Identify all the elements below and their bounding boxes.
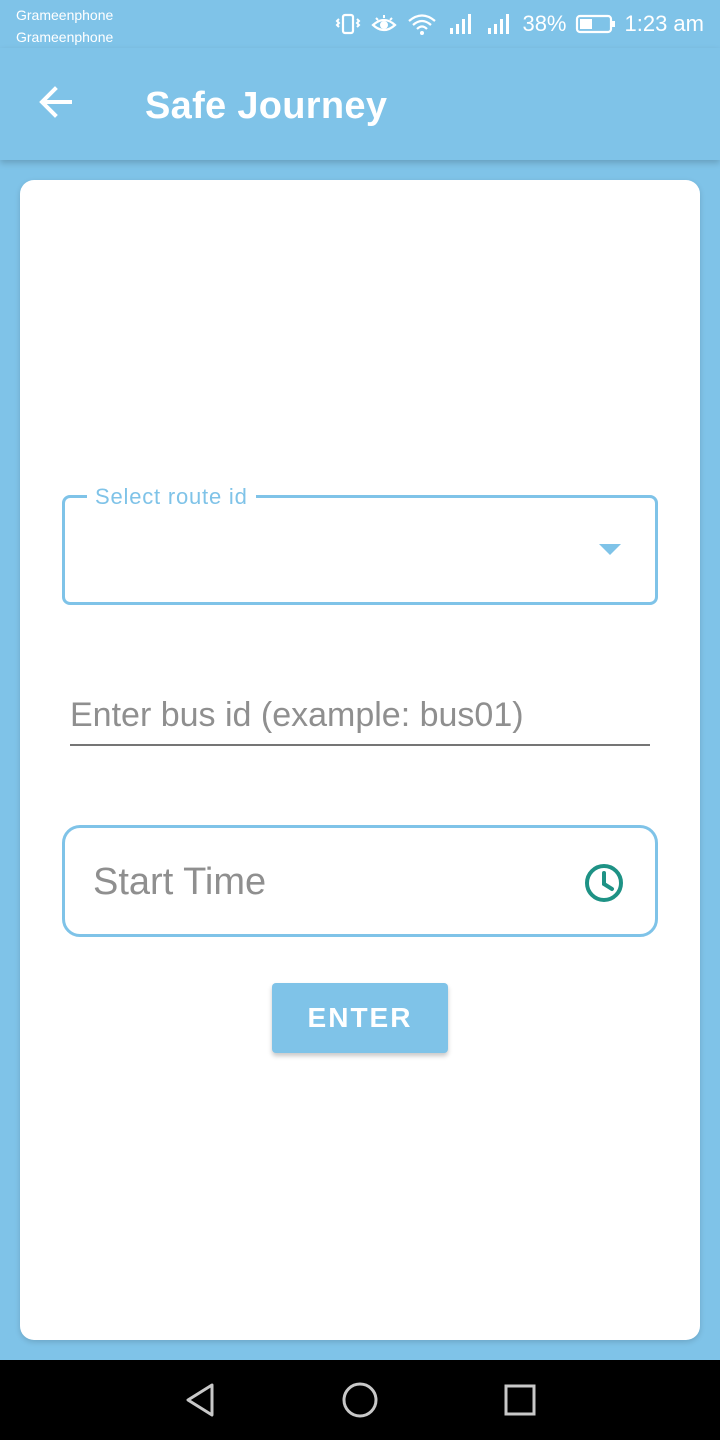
carrier-name-1: Grameenphone	[16, 7, 114, 23]
home-circle-icon[interactable]	[340, 1380, 380, 1420]
system-nav-bar	[0, 1360, 720, 1440]
route-id-label: Select route id	[87, 484, 256, 510]
signal-icon	[484, 12, 514, 36]
recents-square-icon[interactable]	[500, 1380, 540, 1420]
eye-comfort-icon	[370, 12, 398, 36]
battery-icon	[575, 12, 617, 36]
content-area: Select route id Start Time ENTER	[0, 160, 720, 1360]
clock-time: 1:23 am	[624, 11, 705, 36]
status-bar: Grameenphone Grameenphone 38% 1:23 am	[0, 0, 720, 48]
route-id-dropdown[interactable]: Select route id	[62, 484, 658, 605]
start-time-placeholder: Start Time	[93, 861, 267, 903]
back-triangle-icon[interactable]	[180, 1380, 220, 1420]
arrow-left-icon	[38, 84, 74, 125]
bus-id-field	[70, 690, 650, 746]
app-bar: Safe Journey	[0, 48, 720, 160]
clock-icon[interactable]	[583, 862, 625, 904]
dropdown-arrow-icon	[599, 544, 621, 555]
status-icons: 38% 1:23 am	[334, 8, 704, 40]
battery-percent: 38%	[522, 11, 567, 36]
form-card: Select route id Start Time ENTER	[20, 180, 700, 1340]
carrier-info: Grameenphone Grameenphone	[16, 4, 113, 48]
page-title: Safe Journey	[145, 85, 388, 127]
bus-id-input[interactable]	[70, 690, 650, 740]
enter-button[interactable]: ENTER	[272, 983, 448, 1053]
vibrate-icon	[334, 12, 362, 36]
carrier-name-2: Grameenphone	[16, 29, 114, 45]
back-button[interactable]	[32, 80, 80, 128]
signal-icon	[446, 12, 476, 36]
wifi-icon	[406, 12, 438, 36]
start-time-field[interactable]: Start Time	[62, 825, 658, 937]
